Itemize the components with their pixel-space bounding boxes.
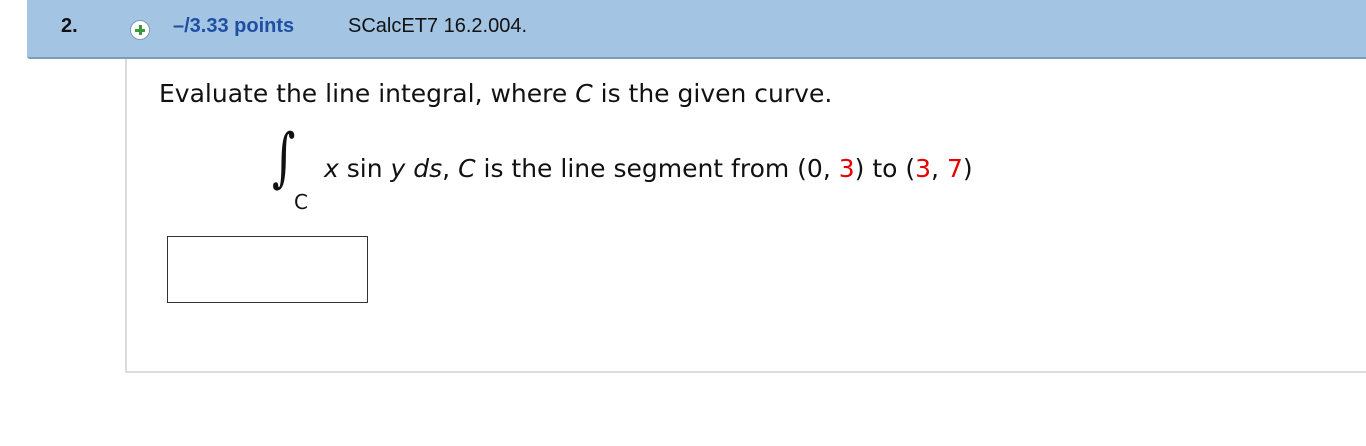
- curve-description: is the line segment from (0,: [475, 154, 839, 183]
- integrand-y: y: [390, 154, 406, 183]
- integral-expression: x sin y ds, C is the line segment from (…: [324, 154, 973, 183]
- point2-separator: ,: [931, 154, 947, 183]
- point1-y-value: 3: [838, 154, 855, 183]
- integrand-x: x: [324, 154, 339, 183]
- question-number: 2.: [61, 15, 78, 37]
- question-source: SCalcET7 16.2.004.: [348, 15, 527, 37]
- point2-x-value: 3: [915, 154, 932, 183]
- integrand-sin: sin: [338, 154, 391, 183]
- instruction-text: Evaluate the line integral, where C is t…: [159, 79, 832, 108]
- integral-subscript: C: [294, 190, 308, 214]
- instruction-variable: C: [575, 79, 593, 108]
- curve-variable: C: [458, 154, 476, 183]
- point2-y-value: 7: [946, 154, 963, 183]
- instruction-prefix: Evaluate the line integral, where: [159, 79, 576, 108]
- to-text: ) to (: [854, 154, 916, 183]
- integrand-comma: ,: [442, 154, 459, 183]
- instruction-suffix: is the given curve.: [592, 79, 833, 108]
- points-link[interactable]: –/3.33 points: [173, 15, 294, 38]
- closing-paren: ): [962, 154, 973, 183]
- integrand-ds: ds: [413, 154, 443, 183]
- plus-icon[interactable]: [130, 20, 150, 40]
- answer-input[interactable]: [167, 236, 368, 303]
- integral-sign: ∫: [272, 121, 296, 195]
- question-panel: 2. –/3.33 points SCalcET7 16.2.004. Eval…: [0, 0, 1366, 446]
